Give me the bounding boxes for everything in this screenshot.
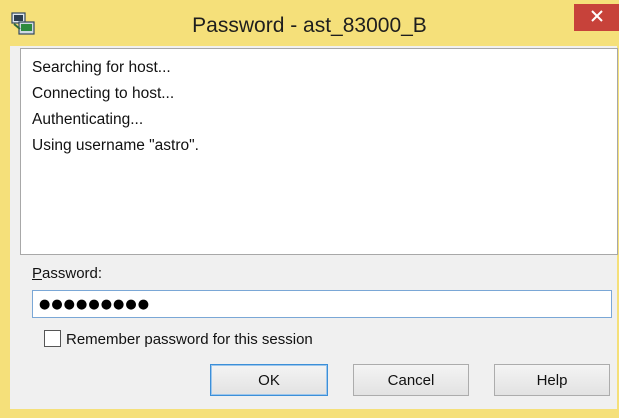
log-line: Using username "astro". — [32, 137, 199, 154]
password-label: Password: — [32, 265, 102, 282]
close-icon — [590, 9, 603, 27]
dialog-body: Searching for host... Connecting to host… — [10, 46, 618, 409]
ok-button[interactable]: OK — [210, 364, 328, 396]
password-field[interactable] — [32, 290, 612, 318]
connection-log[interactable]: Searching for host... Connecting to host… — [20, 48, 618, 255]
title-bar[interactable]: Password - ast_83000_B — [0, 0, 619, 46]
close-button[interactable] — [574, 4, 619, 31]
password-label-mnemonic: P — [32, 265, 43, 282]
help-button[interactable]: Help — [494, 364, 610, 396]
remember-password-checkbox[interactable] — [44, 330, 61, 347]
cancel-button[interactable]: Cancel — [353, 364, 469, 396]
password-dialog: Password - ast_83000_B Searching for hos… — [0, 0, 619, 418]
log-line: Authenticating... — [32, 111, 144, 128]
window-title: Password - ast_83000_B — [192, 14, 427, 37]
password-label-rest: assword: — [42, 265, 103, 282]
log-line: Connecting to host... — [32, 85, 175, 102]
remember-password-label[interactable]: Remember password for this session — [66, 331, 313, 348]
log-line: Searching for host... — [32, 59, 171, 76]
